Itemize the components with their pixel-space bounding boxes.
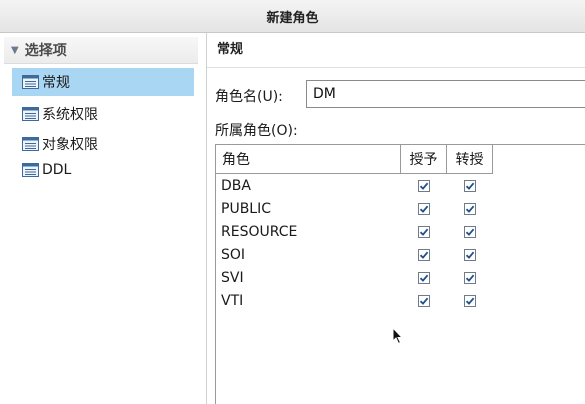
role-name-cell: SVI (221, 270, 244, 286)
section-title: 常规 (217, 42, 244, 57)
admin-option-checkbox[interactable] (464, 203, 476, 215)
column-header-role[interactable]: 角色 (216, 145, 401, 173)
table-row[interactable]: VTI (216, 290, 493, 313)
member-roles-label: 所属角色(O): (215, 123, 298, 139)
column-header-admin-option[interactable]: 转授 (447, 145, 493, 173)
section-divider (207, 67, 585, 68)
admin-option-checkbox[interactable] (464, 272, 476, 284)
column-header-grant[interactable]: 授予 (401, 145, 447, 173)
admin-option-checkbox[interactable] (464, 226, 476, 238)
table-row[interactable]: PUBLIC (216, 198, 493, 221)
table-header: 角色 授予 转授 (216, 145, 493, 174)
admin-option-checkbox[interactable] (464, 180, 476, 192)
table-row[interactable]: RESOURCE (216, 221, 493, 244)
admin-option-checkbox[interactable] (464, 295, 476, 307)
sidebar-item-label: DDL (42, 162, 72, 178)
role-name-cell: DBA (221, 178, 251, 194)
grant-checkbox[interactable] (418, 249, 430, 261)
role-name-label: 角色名(U): (215, 89, 283, 105)
role-name-input[interactable] (306, 80, 585, 108)
sidebar-item-system-privileges[interactable]: 系统权限 (12, 100, 194, 128)
table-row[interactable]: DBA (216, 175, 493, 198)
window-title-bar: 新建角色 (0, 0, 585, 33)
table-row[interactable]: SOI (216, 244, 493, 267)
sidebar-header[interactable]: ▼ 选择项 (4, 37, 198, 64)
page-icon (22, 163, 39, 177)
table-row[interactable]: SVI (216, 267, 493, 290)
role-name-cell: PUBLIC (221, 201, 271, 217)
mouse-cursor-icon (392, 326, 404, 349)
sidebar-item-general[interactable]: 常规 (12, 68, 194, 96)
sidebar-item-object-privileges[interactable]: 对象权限 (12, 130, 194, 158)
admin-option-checkbox[interactable] (464, 249, 476, 261)
sidebar-header-label: 选择项 (24, 43, 67, 59)
sidebar-item-label: 常规 (42, 75, 70, 91)
grant-checkbox[interactable] (418, 226, 430, 238)
grant-checkbox[interactable] (418, 295, 430, 307)
grant-checkbox[interactable] (418, 180, 430, 192)
role-name-cell: VTI (221, 293, 244, 309)
grant-checkbox[interactable] (418, 203, 430, 215)
sidebar: ▼ 选择项 常规 系统权限 对象权限 DDL (0, 33, 207, 404)
window-title: 新建角色 (266, 10, 319, 26)
sidebar-item-label: 对象权限 (42, 137, 98, 153)
page-icon (22, 107, 39, 121)
page-icon (22, 75, 39, 89)
role-name-cell: RESOURCE (221, 224, 298, 240)
role-name-cell: SOI (221, 247, 246, 263)
sidebar-item-label: 系统权限 (42, 107, 98, 123)
sidebar-item-ddl[interactable]: DDL (12, 156, 194, 184)
collapse-triangle-icon[interactable]: ▼ (11, 45, 19, 56)
roles-table: 角色 授予 转授 DBA PUBLIC RESOURCE SOI SVI VTI (215, 144, 585, 404)
grant-checkbox[interactable] (418, 272, 430, 284)
page-icon (22, 137, 39, 151)
